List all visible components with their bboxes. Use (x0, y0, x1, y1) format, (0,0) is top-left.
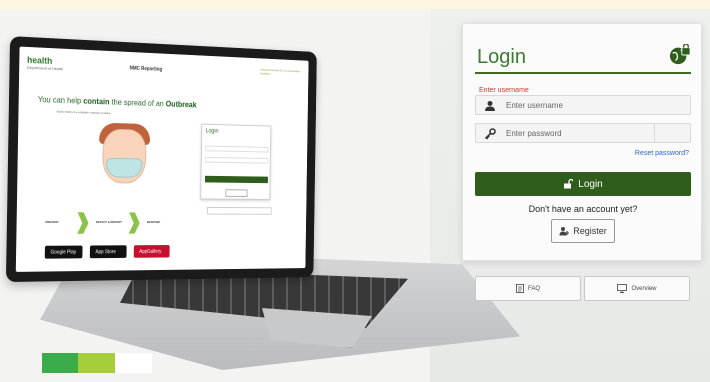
health-logo-sub: Department of Health (26, 64, 64, 72)
title-divider (475, 72, 691, 74)
mini-login-title: Login (205, 128, 219, 135)
face-mask-icon (105, 157, 143, 178)
step-prevent: PREVENT (45, 220, 59, 225)
document-icon (516, 284, 524, 293)
mini-password-field (205, 156, 269, 164)
brand-stripe-green (42, 353, 78, 373)
headline-mid: the spread of an (111, 97, 164, 109)
register-button-label: Register (573, 226, 607, 236)
password-input[interactable] (506, 126, 686, 140)
headline-prefix: You can help (37, 95, 82, 106)
chevron-icon (129, 212, 140, 233)
brand-stripe-white (115, 353, 152, 373)
headline-bold: contain (83, 96, 110, 107)
step-respond: RESPOND (146, 220, 161, 225)
username-input[interactable] (506, 98, 686, 112)
step-detect-report: DETECT & REPORT (95, 220, 122, 225)
mini-register-button (225, 189, 248, 197)
mini-login-button (204, 175, 268, 184)
brand-stripe-lime (78, 353, 115, 373)
laptop-screen: health Department of Health NMC Reportin… (15, 46, 309, 272)
password-field[interactable] (475, 123, 691, 143)
overview-button-label: Overview (631, 285, 657, 292)
mini-login-card: Login (200, 123, 272, 200)
partner-logo-text: National Institute for Communicable Dise… (260, 67, 300, 76)
login-button-label: Login (578, 178, 603, 190)
login-title: Login (477, 46, 526, 68)
key-icon (484, 128, 496, 140)
app-store-badge: App Store (89, 245, 127, 259)
user-icon (485, 101, 495, 111)
google-play-badge: Google Play (44, 245, 83, 259)
mini-headline: You can help contain the spread of an Ou… (38, 95, 219, 110)
health-logo: health Department of Health (27, 55, 63, 71)
login-button[interactable]: Login (475, 172, 691, 196)
username-error-label: Enter username (479, 87, 529, 94)
login-card: Login Enter username Reset password? Log… (462, 23, 702, 261)
mini-username-field (205, 145, 269, 153)
monitor-icon (617, 284, 628, 293)
reset-password-link[interactable]: Reset password? (635, 150, 689, 157)
faq-button[interactable]: FAQ (475, 276, 581, 301)
overview-button[interactable]: Overview (584, 276, 690, 301)
mini-subline: Notify NICD of a notifiable medical cond… (56, 109, 112, 116)
headline-bold2: Outbreak (165, 99, 197, 110)
mini-faq-overview (206, 206, 272, 215)
laptop-screen-frame: health Department of Health NMC Reportin… (5, 36, 317, 283)
globe-lock-icon (669, 44, 691, 65)
register-button[interactable]: Register (551, 219, 615, 243)
no-account-text: Don't have an account yet? (528, 204, 638, 214)
user-plus-icon (559, 227, 570, 236)
chevron-icon (77, 212, 89, 234)
unlock-icon (564, 179, 574, 189)
app-gallery-badge: AppGallery (133, 245, 170, 258)
faq-button-label: FAQ (527, 285, 540, 292)
username-field[interactable] (475, 95, 691, 115)
password-field-divider (654, 124, 655, 142)
nmc-reporting-title: NMC Reporting (129, 65, 163, 73)
laptop-illustration: health Department of Health NMC Reportin… (0, 0, 520, 382)
